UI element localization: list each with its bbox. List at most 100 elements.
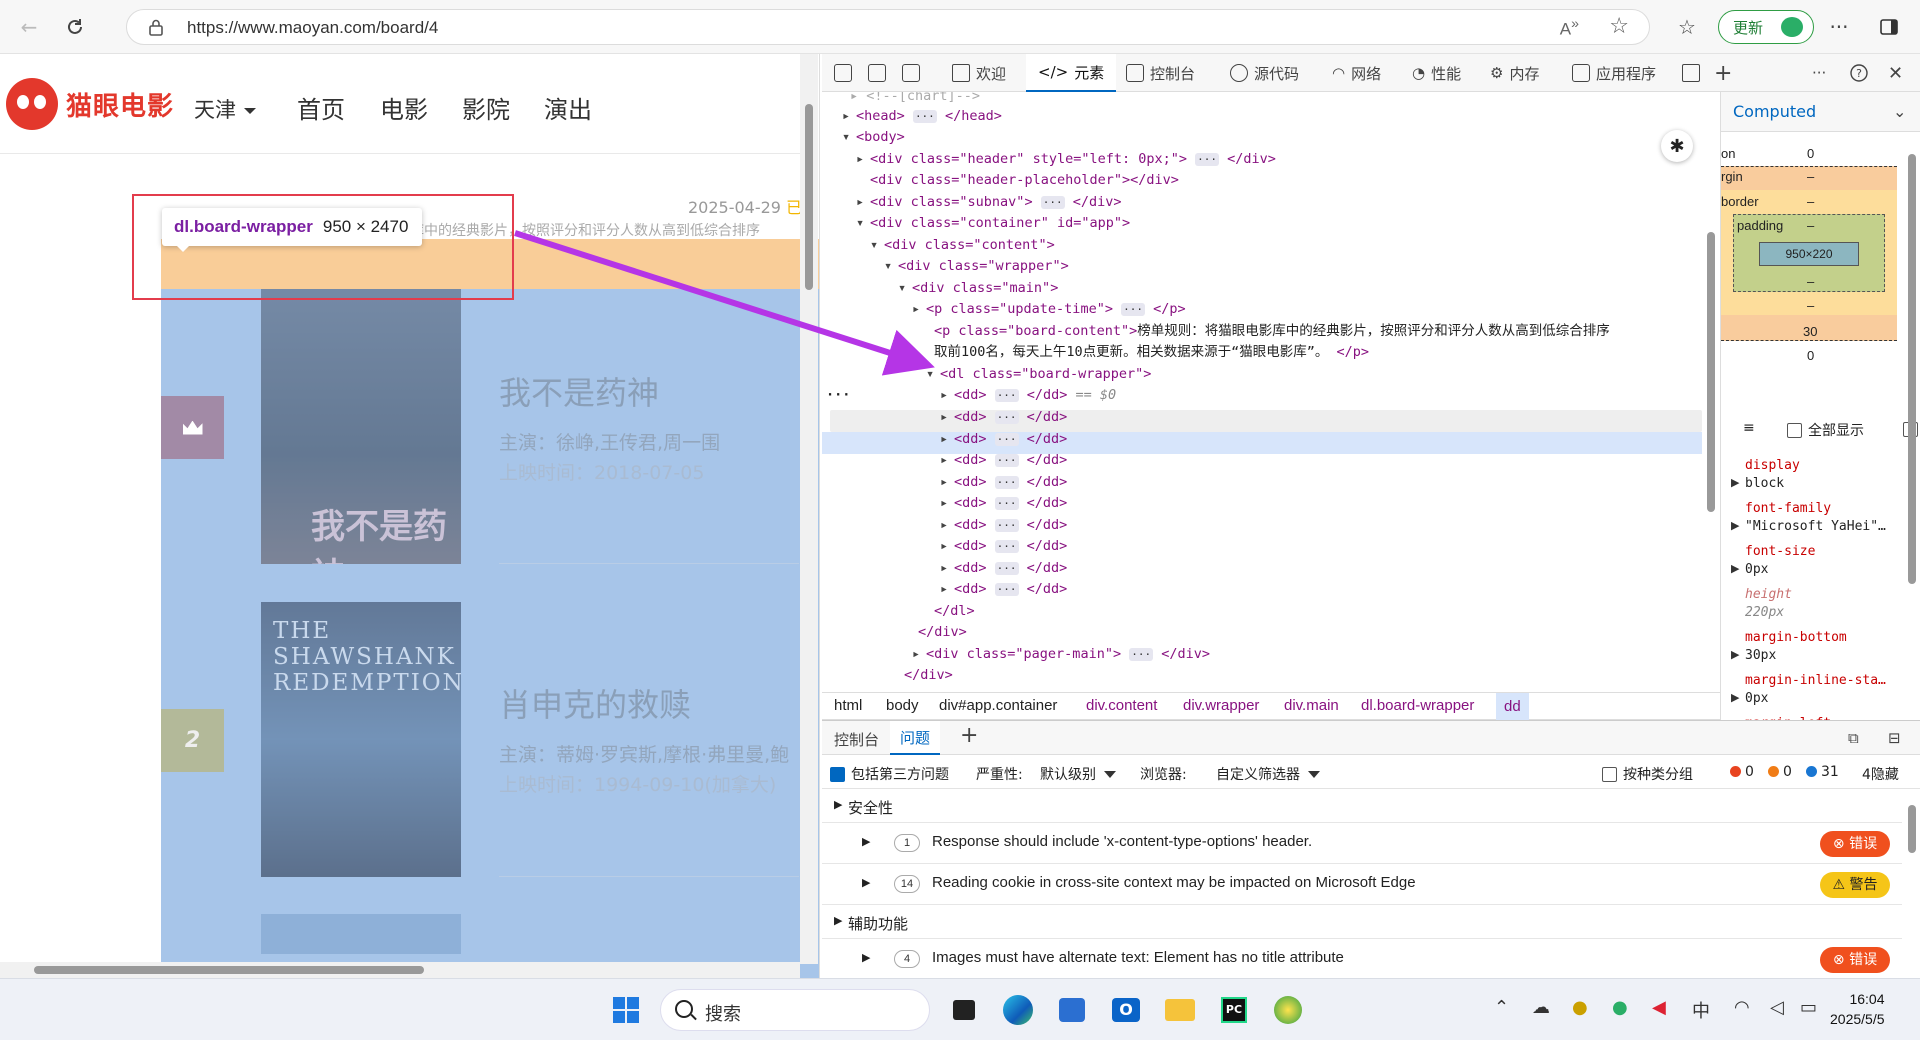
tab-network[interactable]: ◠ 网络 (1332, 54, 1381, 92)
device-emulation-icon[interactable] (868, 54, 892, 92)
chevron-right-icon[interactable]: ▶ (1731, 519, 1739, 532)
breadcrumb-item[interactable]: dl.board-wrapper (1361, 697, 1474, 714)
dom-node[interactable]: ▸ <div class="header" style="left: 0px;">… (856, 149, 1276, 170)
breadcrumb-item[interactable]: div#app.container (939, 697, 1057, 714)
pycharm-icon[interactable]: PC (1214, 990, 1254, 1030)
dom-node[interactable]: </dl> (934, 601, 975, 622)
nav-shows[interactable]: 演出 (544, 90, 592, 125)
read-aloud-icon[interactable]: A» (1560, 16, 1579, 40)
chevron-right-icon[interactable]: ▶ (1731, 691, 1739, 704)
nav-movies[interactable]: 电影 (380, 90, 428, 125)
dom-node[interactable]: </div> (918, 622, 967, 643)
tab-application[interactable]: 应用程序 (1572, 54, 1656, 92)
movie-title[interactable]: 肖申克的救赎 (499, 680, 691, 726)
issue-section-security[interactable]: ▶ 安全性 (822, 789, 1902, 823)
windows-start-icon[interactable] (606, 990, 646, 1030)
chevron-right-icon[interactable]: ▶ (1731, 476, 1739, 489)
dom-node[interactable]: ▾ <div class="container" id="app"> (856, 213, 1130, 234)
wechat-tray-icon[interactable]: ● (1612, 997, 1628, 1018)
store-icon[interactable] (1052, 990, 1092, 1030)
tray-app-icon[interactable]: ● (1572, 997, 1588, 1018)
dom-node[interactable]: <div class="header-placeholder"></div> (870, 170, 1179, 191)
more-menu-icon[interactable]: ··· (1824, 12, 1854, 42)
dom-node[interactable]: ▸ <div class="subnav"> ··· </div> (856, 192, 1122, 213)
dom-node[interactable]: ▸ <dd> ··· </dd> (940, 536, 1067, 557)
tab-console[interactable]: 控制台 (1126, 54, 1195, 92)
breadcrumb-item-active[interactable]: dd (1496, 693, 1529, 720)
movie-poster[interactable]: 我不是药神 (261, 289, 461, 564)
issue-row[interactable]: ▶ 14 Reading cookie in cross-site contex… (822, 864, 1902, 905)
chevron-down-icon[interactable]: ⌄ (1893, 102, 1906, 121)
extension-icon[interactable] (1682, 54, 1706, 92)
warning-count[interactable]: 0 (1768, 764, 1792, 780)
nav-home[interactable]: 首页 (297, 90, 345, 125)
dom-node[interactable]: ▸ <dd> ··· </dd> (940, 472, 1067, 493)
outlook-icon[interactable]: O (1106, 990, 1146, 1030)
chevron-up-icon[interactable]: ⌃ (1494, 997, 1509, 1018)
breadcrumb-item[interactable]: html (834, 697, 862, 714)
dom-node[interactable]: ▾ <div class="content"> (870, 235, 1055, 256)
info-count[interactable]: 31 (1806, 764, 1839, 780)
drawer-scrollbar[interactable] (1904, 789, 1920, 979)
maoyan-logo-icon[interactable] (6, 78, 58, 130)
onedrive-icon[interactable]: ☁ (1532, 997, 1550, 1018)
undock-icon[interactable]: ⧉ (1848, 729, 1859, 747)
severity-dropdown[interactable]: 默认级别 (1040, 764, 1116, 784)
dock-icon[interactable] (902, 54, 926, 92)
tab-drawer-issues[interactable]: 问题 (890, 721, 941, 755)
dom-node[interactable]: ▸ <dd> ··· </dd> (940, 515, 1067, 536)
group-by-category-checkbox[interactable]: 按种类分组 (1602, 764, 1693, 784)
dom-node[interactable]: ▾ <div class="main"> (898, 278, 1058, 299)
row-menu-icon[interactable]: ··· (826, 385, 850, 406)
page-horizontal-scrollbar[interactable] (0, 962, 800, 978)
computed-scrollbar[interactable] (1904, 130, 1920, 720)
close-icon[interactable]: ✕ (1888, 54, 1903, 92)
edge-browser-icon[interactable] (998, 990, 1038, 1030)
speaker-icon[interactable]: ◁ (1770, 997, 1784, 1018)
dom-node[interactable]: ▸ <dd> ··· </dd> (940, 493, 1067, 514)
dom-node[interactable]: <p class="board-content">榜单规则：将猫眼电影库中的经典… (934, 321, 1610, 342)
back-arrow-icon[interactable]: ← (14, 12, 44, 42)
dom-tree-scrollbar[interactable] (1702, 92, 1720, 692)
tab-performance[interactable]: ◔ 性能 (1412, 54, 1461, 92)
dom-node[interactable]: ▸ <dd> ··· </dd> (940, 450, 1067, 471)
issue-section-accessibility[interactable]: ▶ 辅助功能 (822, 905, 1902, 939)
taskbar-search[interactable]: 搜索 (660, 989, 930, 1031)
address-bar[interactable]: https://www.maoyan.com/board/4 A» ☆ (126, 9, 1650, 45)
breadcrumb-item[interactable]: div.main (1284, 697, 1339, 714)
dom-node[interactable]: ▾ <body> (842, 127, 905, 148)
refresh-icon[interactable] (60, 12, 90, 42)
nav-cinemas[interactable]: 影院 (462, 90, 510, 125)
movie-title[interactable]: 我不是药神 (499, 368, 659, 414)
dom-node[interactable]: ▾ <div class="wrapper"> (884, 256, 1069, 277)
chevron-right-icon[interactable]: ▶ (1731, 562, 1739, 575)
update-button[interactable]: 更新 (1718, 10, 1814, 44)
file-explorer-icon[interactable] (1160, 990, 1200, 1030)
dom-node[interactable]: ▸ <head> ··· </head> (842, 106, 1002, 127)
dock-drawer-icon[interactable]: ⊟ (1888, 729, 1901, 747)
page-vertical-scrollbar[interactable] (800, 54, 818, 964)
include-third-party-checkbox[interactable]: 包括第三方问题 (830, 764, 949, 784)
more-options-icon[interactable]: ··· (1812, 54, 1826, 92)
volume-app-icon[interactable]: ◀ (1652, 997, 1666, 1018)
show-all-checkbox[interactable]: 全部显示 (1787, 420, 1864, 440)
error-count[interactable]: 0 (1730, 764, 1754, 780)
dom-node-board-wrapper[interactable]: ▾ <dl class="board-wrapper"> (926, 364, 1151, 385)
input-method-icon[interactable]: 中 (1692, 997, 1710, 1023)
battery-icon[interactable]: ▭ (1800, 997, 1817, 1018)
tab-elements[interactable]: </> 元素 (1026, 54, 1117, 92)
app-icon[interactable] (1268, 990, 1308, 1030)
filter-icon[interactable]: ≡ (1743, 420, 1755, 436)
tab-memory[interactable]: ⚙ 内存 (1490, 54, 1539, 92)
dom-node[interactable]: ▸ <dd> ··· </dd> (940, 407, 1067, 428)
inspect-element-icon[interactable] (834, 54, 858, 92)
url-text[interactable]: https://www.maoyan.com/board/4 (187, 18, 438, 38)
dom-node[interactable]: ▸ <dd> ··· </dd> (940, 558, 1067, 579)
browser-filter-dropdown[interactable]: 自定义筛选器 (1216, 764, 1320, 784)
tab-drawer-console[interactable]: 控制台 (834, 729, 879, 750)
favorite-star-icon[interactable]: ☆ (1609, 14, 1629, 39)
movie-poster[interactable] (261, 914, 461, 954)
task-view-icon[interactable] (944, 990, 984, 1030)
dom-node[interactable]: ▸ <dd> ··· </dd> (940, 429, 1067, 450)
sidebar-toggle-icon[interactable] (1874, 12, 1904, 42)
